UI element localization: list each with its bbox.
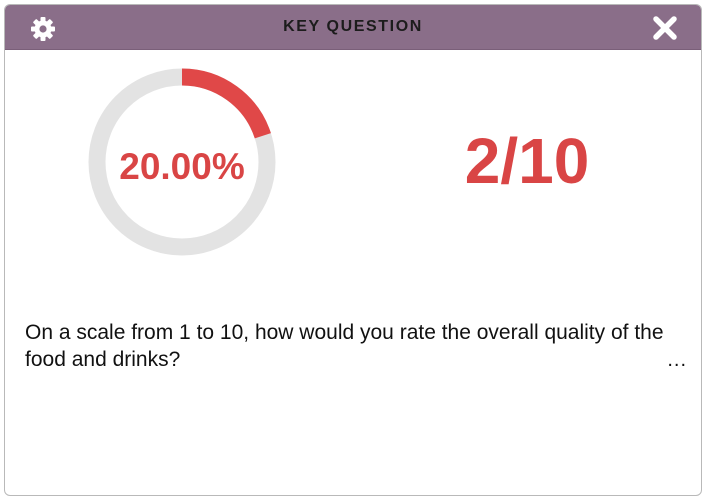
- question-text: On a scale from 1 to 10, how would you r…: [25, 321, 664, 371]
- close-icon[interactable]: [651, 14, 679, 42]
- panel-title: KEY QUESTION: [283, 18, 423, 35]
- key-question-panel: KEY QUESTION 20.00% 2/10 On a scale from…: [4, 4, 702, 496]
- progress-percent: 20.00%: [119, 146, 245, 187]
- panel-header: KEY QUESTION: [5, 5, 701, 50]
- more-button[interactable]: ...: [667, 349, 687, 372]
- score-value: 2/10: [464, 125, 590, 197]
